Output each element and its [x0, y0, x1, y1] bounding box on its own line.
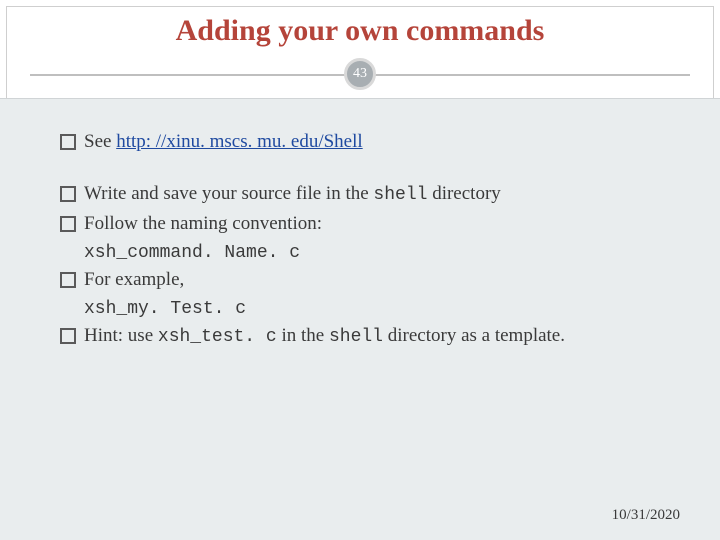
bullet-see: See http: //xinu. mscs. mu. edu/Shell [60, 129, 670, 155]
bullet-see-prefix: See [84, 131, 116, 152]
slide-title: Adding your own commands [40, 14, 680, 48]
bullet-hint-code2: shell [329, 327, 383, 347]
bullet-example: For example, [60, 267, 670, 293]
content: See http: //xinu. mscs. mu. edu/Shell Wr… [0, 99, 720, 349]
slide: Adding your own commands 43 See http: //… [0, 0, 720, 540]
bullet-write-suffix: directory [427, 183, 500, 204]
content-background: See http: //xinu. mscs. mu. edu/Shell Wr… [0, 98, 720, 540]
divider: 43 [0, 58, 720, 92]
bullet-example-sub: xsh_my. Test. c [60, 297, 670, 321]
bullet-hint-mid: in the [277, 325, 329, 346]
bullet-example-text: For example, [84, 269, 184, 290]
bullet-hint: Hint: use xsh_test. c in the shell direc… [60, 323, 670, 349]
page-number: 43 [353, 66, 367, 82]
bullet-see-link[interactable]: http: //xinu. mscs. mu. edu/Shell [116, 131, 362, 152]
bullet-write-prefix: Write and save your source file in the [84, 183, 373, 204]
spacer [60, 159, 670, 181]
bullet-hint-prefix: Hint: use [84, 325, 158, 346]
bullet-hint-suffix: directory as a template. [383, 325, 565, 346]
footer-date: 10/31/2020 [612, 507, 680, 524]
page-number-badge: 43 [344, 58, 376, 90]
bullet-write-code: shell [373, 185, 427, 205]
title-area: Adding your own commands [0, 0, 720, 48]
bullet-follow: Follow the naming convention: [60, 211, 670, 237]
bullet-follow-sub: xsh_command. Name. c [60, 241, 670, 265]
bullet-hint-code1: xsh_test. c [158, 327, 277, 347]
bullet-write: Write and save your source file in the s… [60, 181, 670, 207]
bullet-follow-text: Follow the naming convention: [84, 213, 322, 234]
